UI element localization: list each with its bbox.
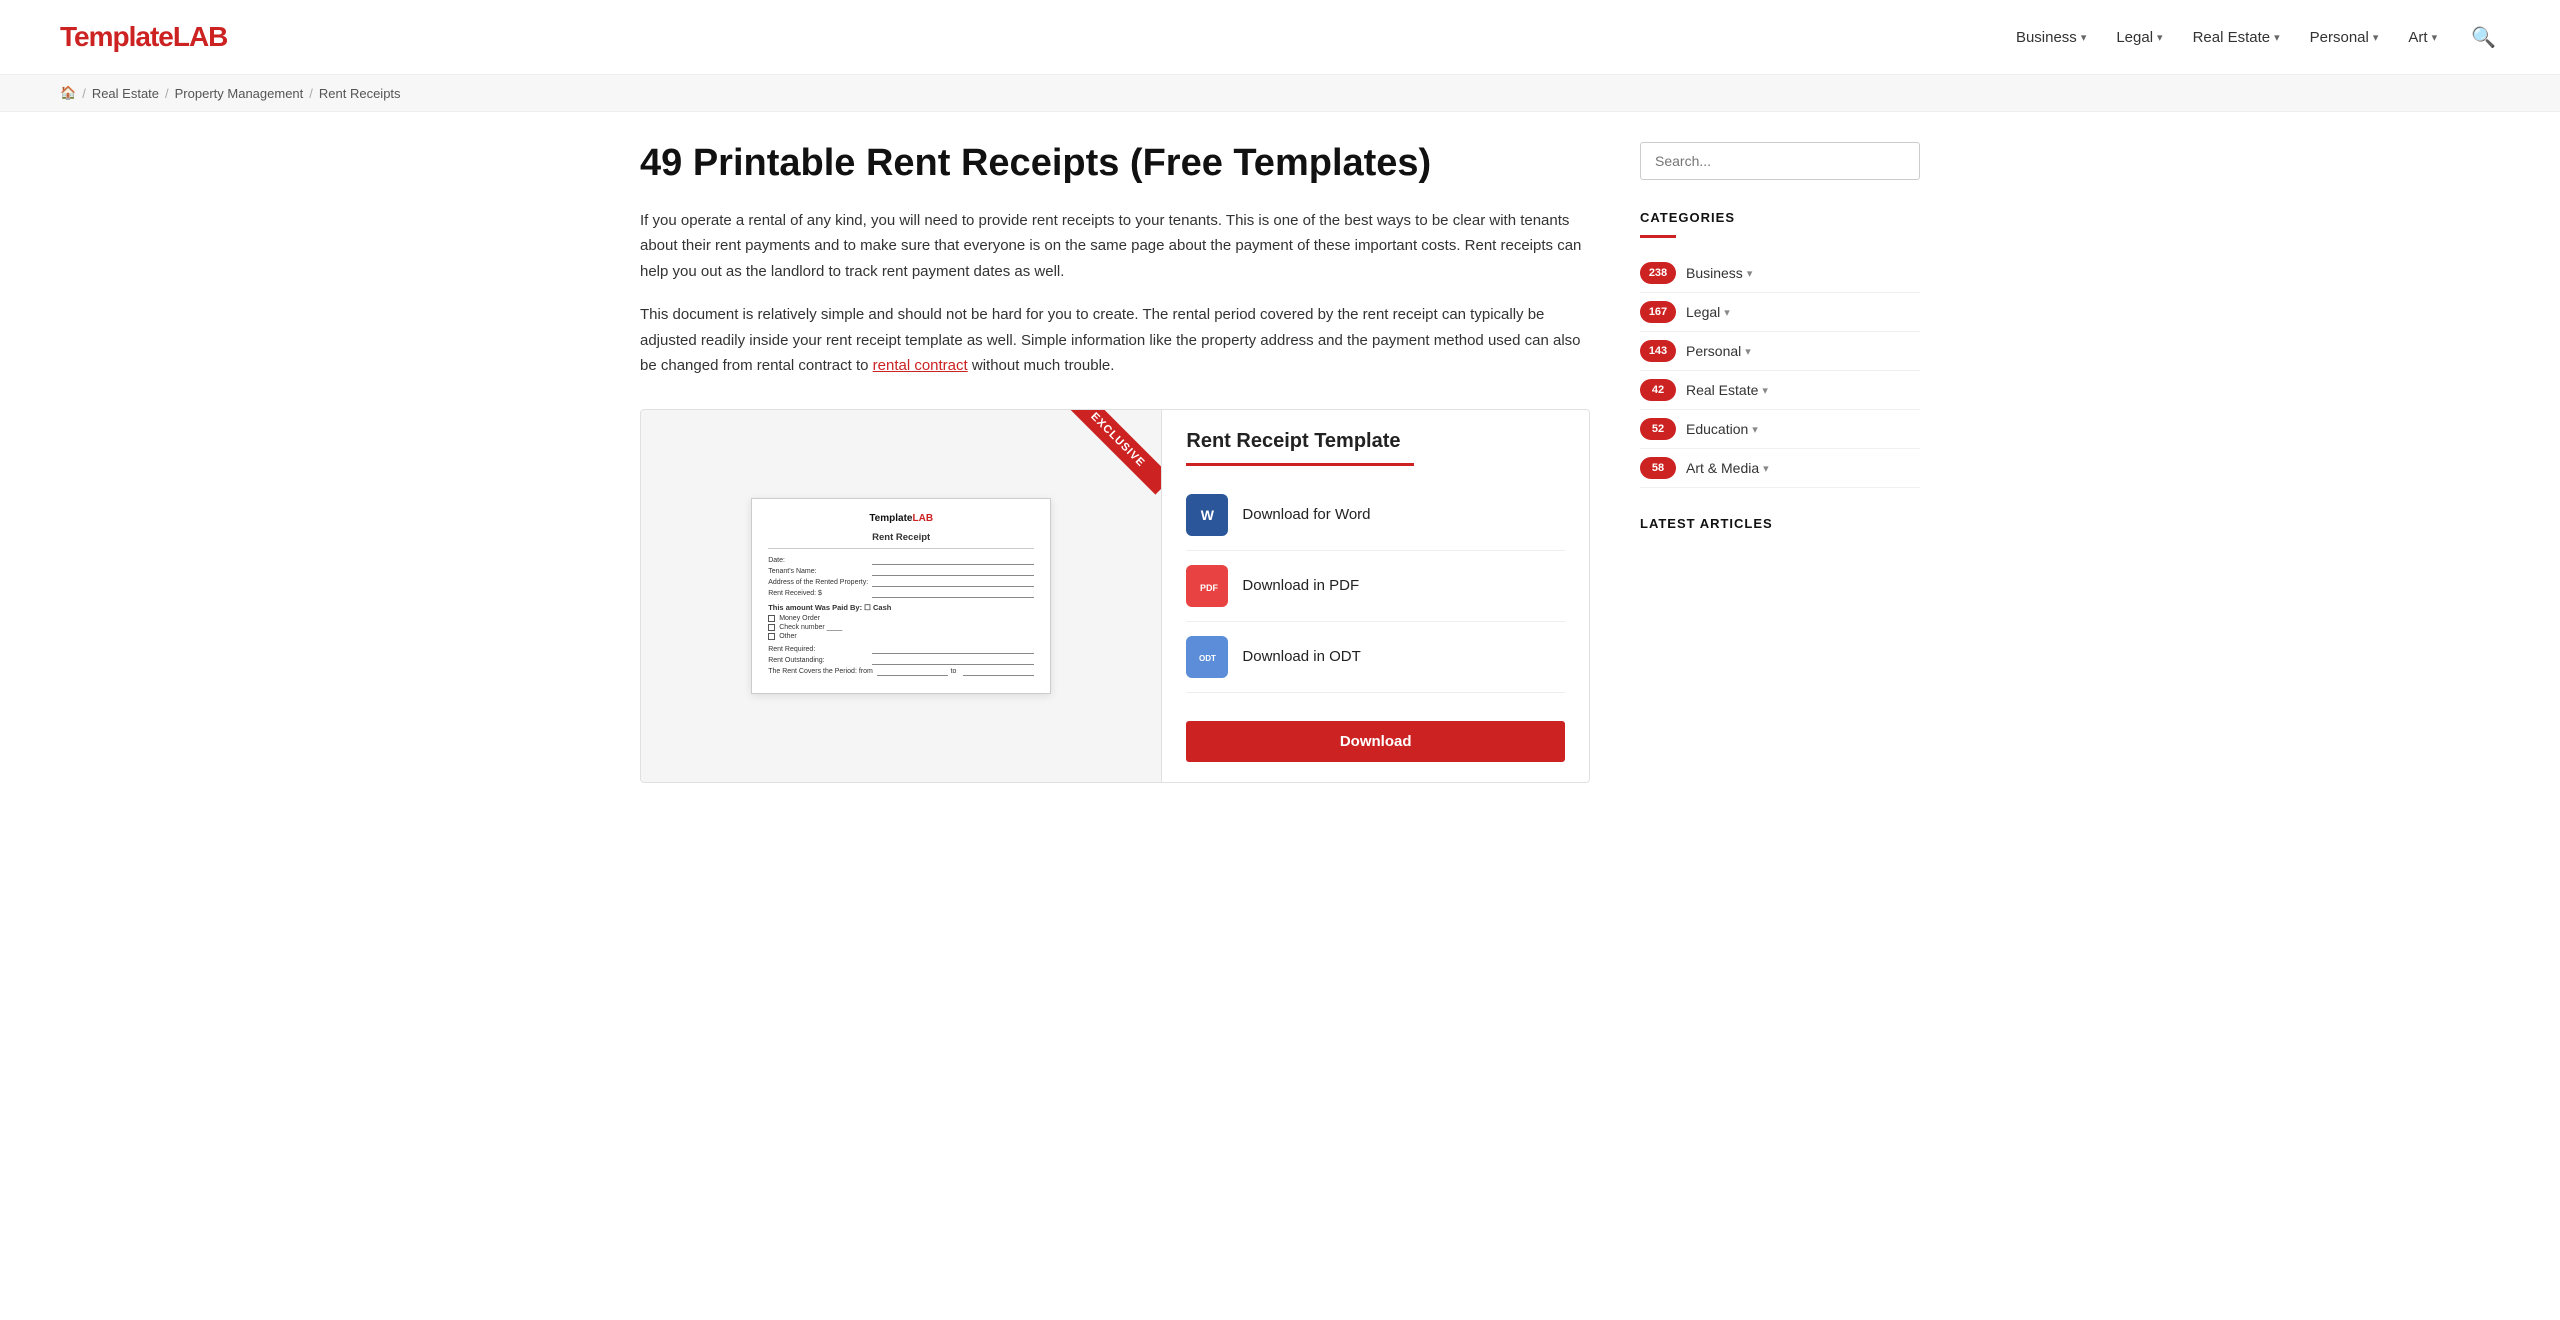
svg-text:ODT: ODT [1199, 654, 1216, 663]
doc-checkbox-money-order: Money Order [768, 615, 1034, 622]
download-pdf-button[interactable]: PDF Download in PDF [1186, 551, 1565, 622]
word-icon: W [1186, 494, 1228, 536]
doc-title: Rent Receipt [768, 532, 1034, 549]
chevron-down-icon: ▾ [1762, 384, 1768, 397]
download-pdf-label: Download in PDF [1242, 577, 1359, 594]
latest-articles-title: LATEST ARTICLES [1640, 516, 1920, 531]
logo[interactable]: TemplateLAB [60, 21, 227, 53]
doc-checkbox-other: Other [768, 633, 1034, 640]
header: TemplateLAB Business ▾ Legal ▾ Real Esta… [0, 0, 2560, 75]
breadcrumb: 🏠 / Real Estate / Property Management / … [0, 75, 2560, 112]
main-wrapper: 49 Printable Rent Receipts (Free Templat… [580, 112, 1980, 813]
exclusive-ribbon: EXCLUSIVE [1063, 410, 1163, 495]
chevron-down-icon: ▾ [2274, 31, 2280, 44]
search-input[interactable] [1640, 142, 1920, 180]
breadcrumb-home[interactable]: 🏠 [60, 85, 76, 101]
nav-business[interactable]: Business ▾ [2016, 29, 2086, 46]
svg-text:PDF: PDF [1200, 583, 1218, 593]
template-preview: EXCLUSIVE TemplateLAB Rent Receipt Date:… [641, 410, 1162, 782]
chevron-down-icon: ▾ [1747, 267, 1753, 280]
chevron-down-icon: ▾ [1745, 345, 1751, 358]
categories-list: 238 Business ▾ 167 Legal ▾ 143 Personal … [1640, 254, 1920, 488]
category-badge-education: 52 [1640, 418, 1676, 440]
doc-logo: TemplateLAB [768, 513, 1034, 524]
sidebar: CATEGORIES 238 Business ▾ 167 Legal ▾ 14… [1640, 142, 1920, 783]
logo-template-text: Template [60, 21, 173, 52]
download-options: Rent Receipt Template W Download for Wor… [1162, 410, 1589, 782]
category-badge-legal: 167 [1640, 301, 1676, 323]
download-button[interactable]: Download [1186, 721, 1565, 762]
doc-field-date: Date: [768, 557, 1034, 564]
odt-icon: ODT [1186, 636, 1228, 678]
doc-field-rent-required: Rent Required: [768, 646, 1034, 653]
category-badge-personal: 143 [1640, 340, 1676, 362]
intro-2-post: without much trouble. [968, 357, 1115, 374]
doc-field-address: Address of the Rented Property: [768, 579, 1034, 586]
nav-legal[interactable]: Legal ▾ [2116, 29, 2162, 46]
chevron-down-icon: ▾ [2157, 31, 2163, 44]
chevron-down-icon: ▾ [2081, 31, 2087, 44]
content-area: 49 Printable Rent Receipts (Free Templat… [640, 142, 1590, 783]
intro-paragraph-1: If you operate a rental of any kind, you… [640, 208, 1590, 285]
category-legal[interactable]: 167 Legal ▾ [1640, 293, 1920, 332]
category-art-media[interactable]: 58 Art & Media ▾ [1640, 449, 1920, 488]
doc-header: TemplateLAB [768, 513, 1034, 524]
category-badge-real-estate: 42 [1640, 379, 1676, 401]
template-card-title: Rent Receipt Template [1186, 430, 1413, 466]
categories-section-title: CATEGORIES [1640, 210, 1920, 225]
category-personal[interactable]: 143 Personal ▾ [1640, 332, 1920, 371]
chevron-down-icon: ▾ [2432, 31, 2438, 44]
chevron-down-icon: ▾ [1752, 423, 1758, 436]
document-preview: TemplateLAB Rent Receipt Date: Tenant's … [751, 498, 1051, 694]
category-business[interactable]: 238 Business ▾ [1640, 254, 1920, 293]
intro-paragraph-2: This document is relatively simple and s… [640, 302, 1590, 379]
doc-field-rent: Rent Received: $ [768, 590, 1034, 597]
download-odt-button[interactable]: ODT Download in ODT [1186, 622, 1565, 693]
doc-section-paid-by: This amount Was Paid By: ☐ Cash [768, 603, 1034, 612]
categories-divider [1640, 235, 1676, 238]
category-badge-art-media: 58 [1640, 457, 1676, 479]
nav-real-estate[interactable]: Real Estate ▾ [2193, 29, 2280, 46]
category-real-estate[interactable]: 42 Real Estate ▾ [1640, 371, 1920, 410]
search-button[interactable]: 🔍 [2467, 21, 2500, 54]
chevron-down-icon: ▾ [1763, 462, 1769, 475]
page-title: 49 Printable Rent Receipts (Free Templat… [640, 142, 1590, 186]
doc-field-tenant: Tenant's Name: [768, 568, 1034, 575]
chevron-down-icon: ▾ [2373, 31, 2379, 44]
doc-field-period: The Rent Covers the Period: from to [768, 668, 1034, 675]
breadcrumb-property-management[interactable]: Property Management [175, 86, 304, 101]
breadcrumb-current: Rent Receipts [319, 86, 401, 101]
category-badge-business: 238 [1640, 262, 1676, 284]
rental-contract-link[interactable]: rental contract [873, 357, 968, 374]
nav-art[interactable]: Art ▾ [2408, 29, 2437, 46]
template-card: EXCLUSIVE TemplateLAB Rent Receipt Date:… [640, 409, 1590, 783]
main-nav: Business ▾ Legal ▾ Real Estate ▾ Persona… [2016, 21, 2500, 54]
doc-checkbox-check: Check number ____ [768, 624, 1034, 631]
pdf-icon: PDF [1186, 565, 1228, 607]
download-word-button[interactable]: W Download for Word [1186, 480, 1565, 551]
doc-field-rent-outstanding: Rent Outstanding: [768, 657, 1034, 664]
category-education[interactable]: 52 Education ▾ [1640, 410, 1920, 449]
nav-personal[interactable]: Personal ▾ [2310, 29, 2379, 46]
breadcrumb-real-estate[interactable]: Real Estate [92, 86, 159, 101]
download-odt-label: Download in ODT [1242, 648, 1360, 665]
download-word-label: Download for Word [1242, 506, 1370, 523]
logo-lab-text: LAB [173, 21, 228, 52]
chevron-down-icon: ▾ [1724, 306, 1730, 319]
